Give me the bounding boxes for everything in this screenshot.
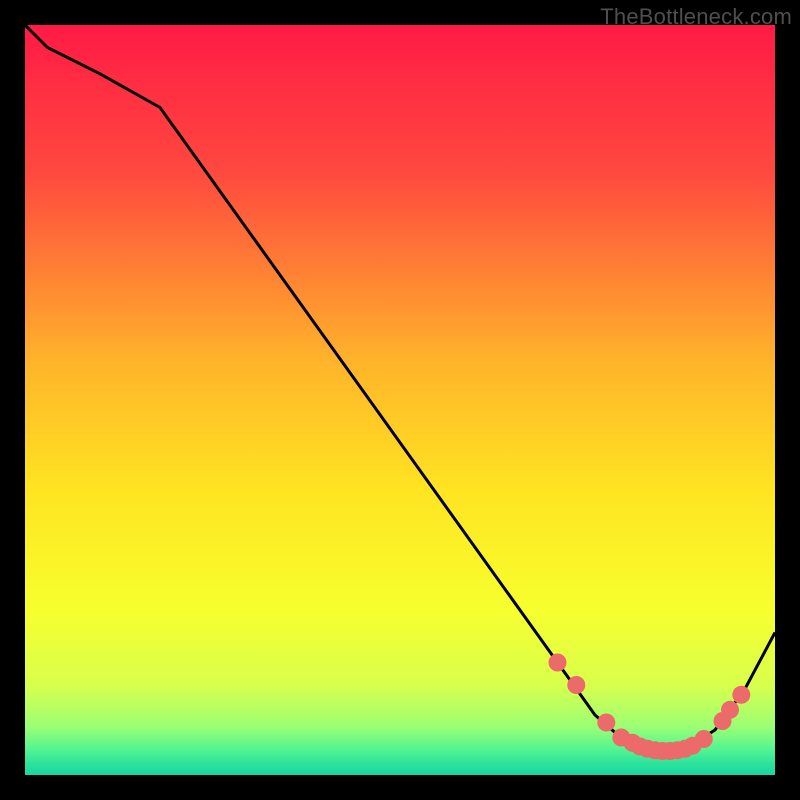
chart-frame: TheBottleneck.com (0, 0, 800, 800)
marker-dot (549, 654, 567, 672)
plot-area (25, 25, 775, 775)
chart-svg (25, 25, 775, 775)
marker-dot (567, 676, 585, 694)
marker-dot (721, 701, 739, 719)
gradient-background (25, 25, 775, 775)
marker-dot (695, 730, 713, 748)
watermark-text: TheBottleneck.com (600, 4, 792, 30)
marker-dot (597, 714, 615, 732)
marker-dot (732, 686, 750, 704)
